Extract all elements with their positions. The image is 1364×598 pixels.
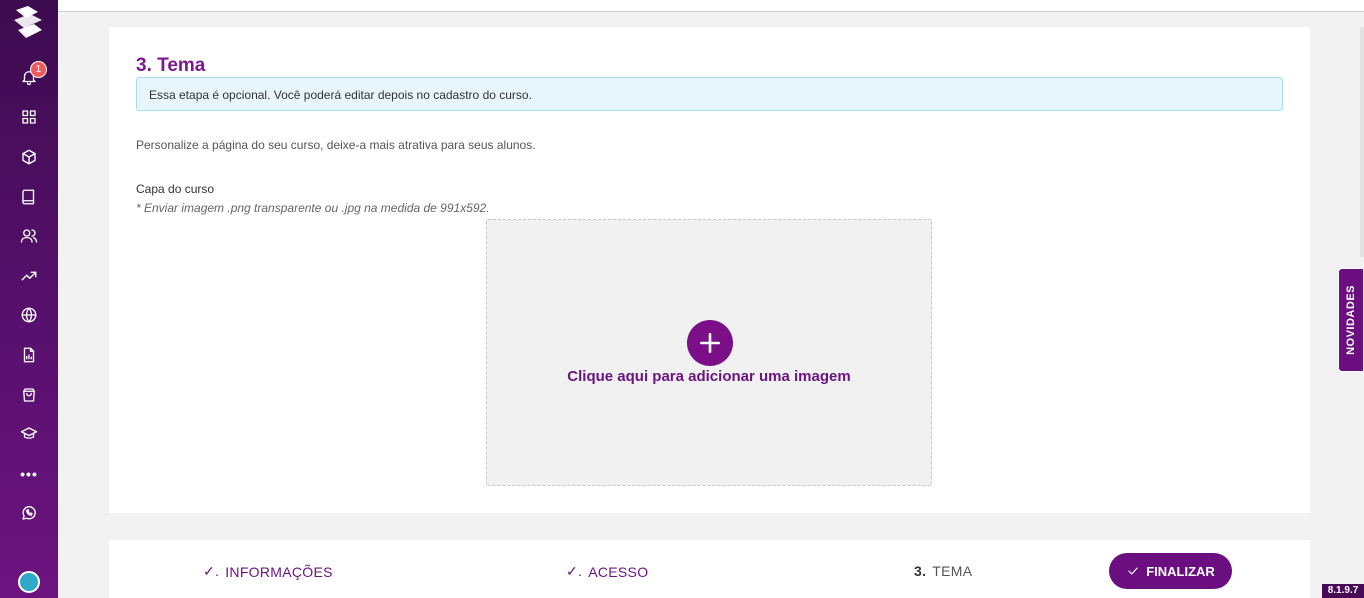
scrollbar[interactable] <box>1360 27 1364 257</box>
section-description: Personalize a página do seu curso, deixe… <box>136 138 536 152</box>
grid-icon <box>22 110 36 124</box>
wizard-stepper: ✓. INFORMAÇÕES ✓. ACESSO 3. TEMA FINALIZ… <box>109 540 1310 598</box>
dropzone-text: Clique aqui para adicionar uma imagem <box>567 368 851 385</box>
sidebar-item-academy[interactable] <box>17 422 41 446</box>
box-icon <box>22 149 36 165</box>
novidades-label: NOVIDADES <box>1345 285 1357 355</box>
sidebar-item-documents[interactable] <box>17 343 41 367</box>
book-icon <box>22 189 35 205</box>
cover-image-dropzone[interactable]: Clique aqui para adicionar uma imagem <box>486 219 932 486</box>
novidades-tab[interactable]: NOVIDADES <box>1338 268 1364 372</box>
sidebar-item-dashboard[interactable] <box>17 105 41 129</box>
more-icon: ••• <box>20 466 38 482</box>
sidebar-item-products[interactable] <box>17 145 41 169</box>
report-icon <box>23 347 35 363</box>
globe-icon <box>21 307 37 323</box>
section-title: 3. Tema <box>136 55 206 76</box>
cover-hint: * Enviar imagem .png transparente ou .jp… <box>136 201 490 215</box>
optional-step-info: Essa etapa é opcional. Você poderá edita… <box>136 77 1283 111</box>
step-label: ACESSO <box>588 563 649 580</box>
check-icon <box>1128 567 1138 575</box>
finalize-label: FINALIZAR <box>1146 563 1215 579</box>
brand-logo-icon[interactable] <box>8 2 48 42</box>
sidebar-item-more[interactable]: ••• <box>17 462 41 486</box>
notification-badge: 1 <box>30 61 47 78</box>
step-label: TEMA <box>932 563 973 579</box>
sidebar: 1 ••• <box>0 0 58 598</box>
shopping-bag-icon <box>23 388 35 402</box>
finalize-button[interactable]: FINALIZAR <box>1109 553 1232 589</box>
check-icon: ✓. <box>566 563 583 579</box>
top-bar <box>58 0 1364 12</box>
step-number: 3. <box>914 563 927 579</box>
users-icon <box>20 229 38 243</box>
sidebar-item-courses[interactable] <box>17 185 41 209</box>
whatsapp-icon <box>22 506 36 520</box>
cover-label: Capa do curso <box>136 182 215 196</box>
sidebar-item-users[interactable] <box>17 224 41 248</box>
check-icon: ✓. <box>203 563 220 579</box>
step-label: INFORMAÇÕES <box>225 563 333 580</box>
sidebar-item-whatsapp[interactable] <box>17 501 41 525</box>
graduation-cap-icon <box>20 427 38 439</box>
theme-section-card: 3. Tema Essa etapa é opcional. Você pode… <box>109 27 1310 513</box>
version-label: 8.1.9.7 <box>1322 584 1364 598</box>
plus-icon <box>700 333 720 353</box>
trending-up-icon <box>21 271 37 281</box>
sidebar-item-reports[interactable] <box>17 264 41 288</box>
step-tema[interactable]: 3. TEMA <box>914 563 972 579</box>
sidebar-item-site[interactable] <box>17 303 41 327</box>
step-informacoes[interactable]: ✓. INFORMAÇÕES <box>203 563 333 580</box>
avatar[interactable] <box>18 571 40 593</box>
sidebar-item-store[interactable] <box>17 383 41 407</box>
add-image-button[interactable] <box>687 320 733 366</box>
step-acesso[interactable]: ✓. ACESSO <box>566 563 648 580</box>
